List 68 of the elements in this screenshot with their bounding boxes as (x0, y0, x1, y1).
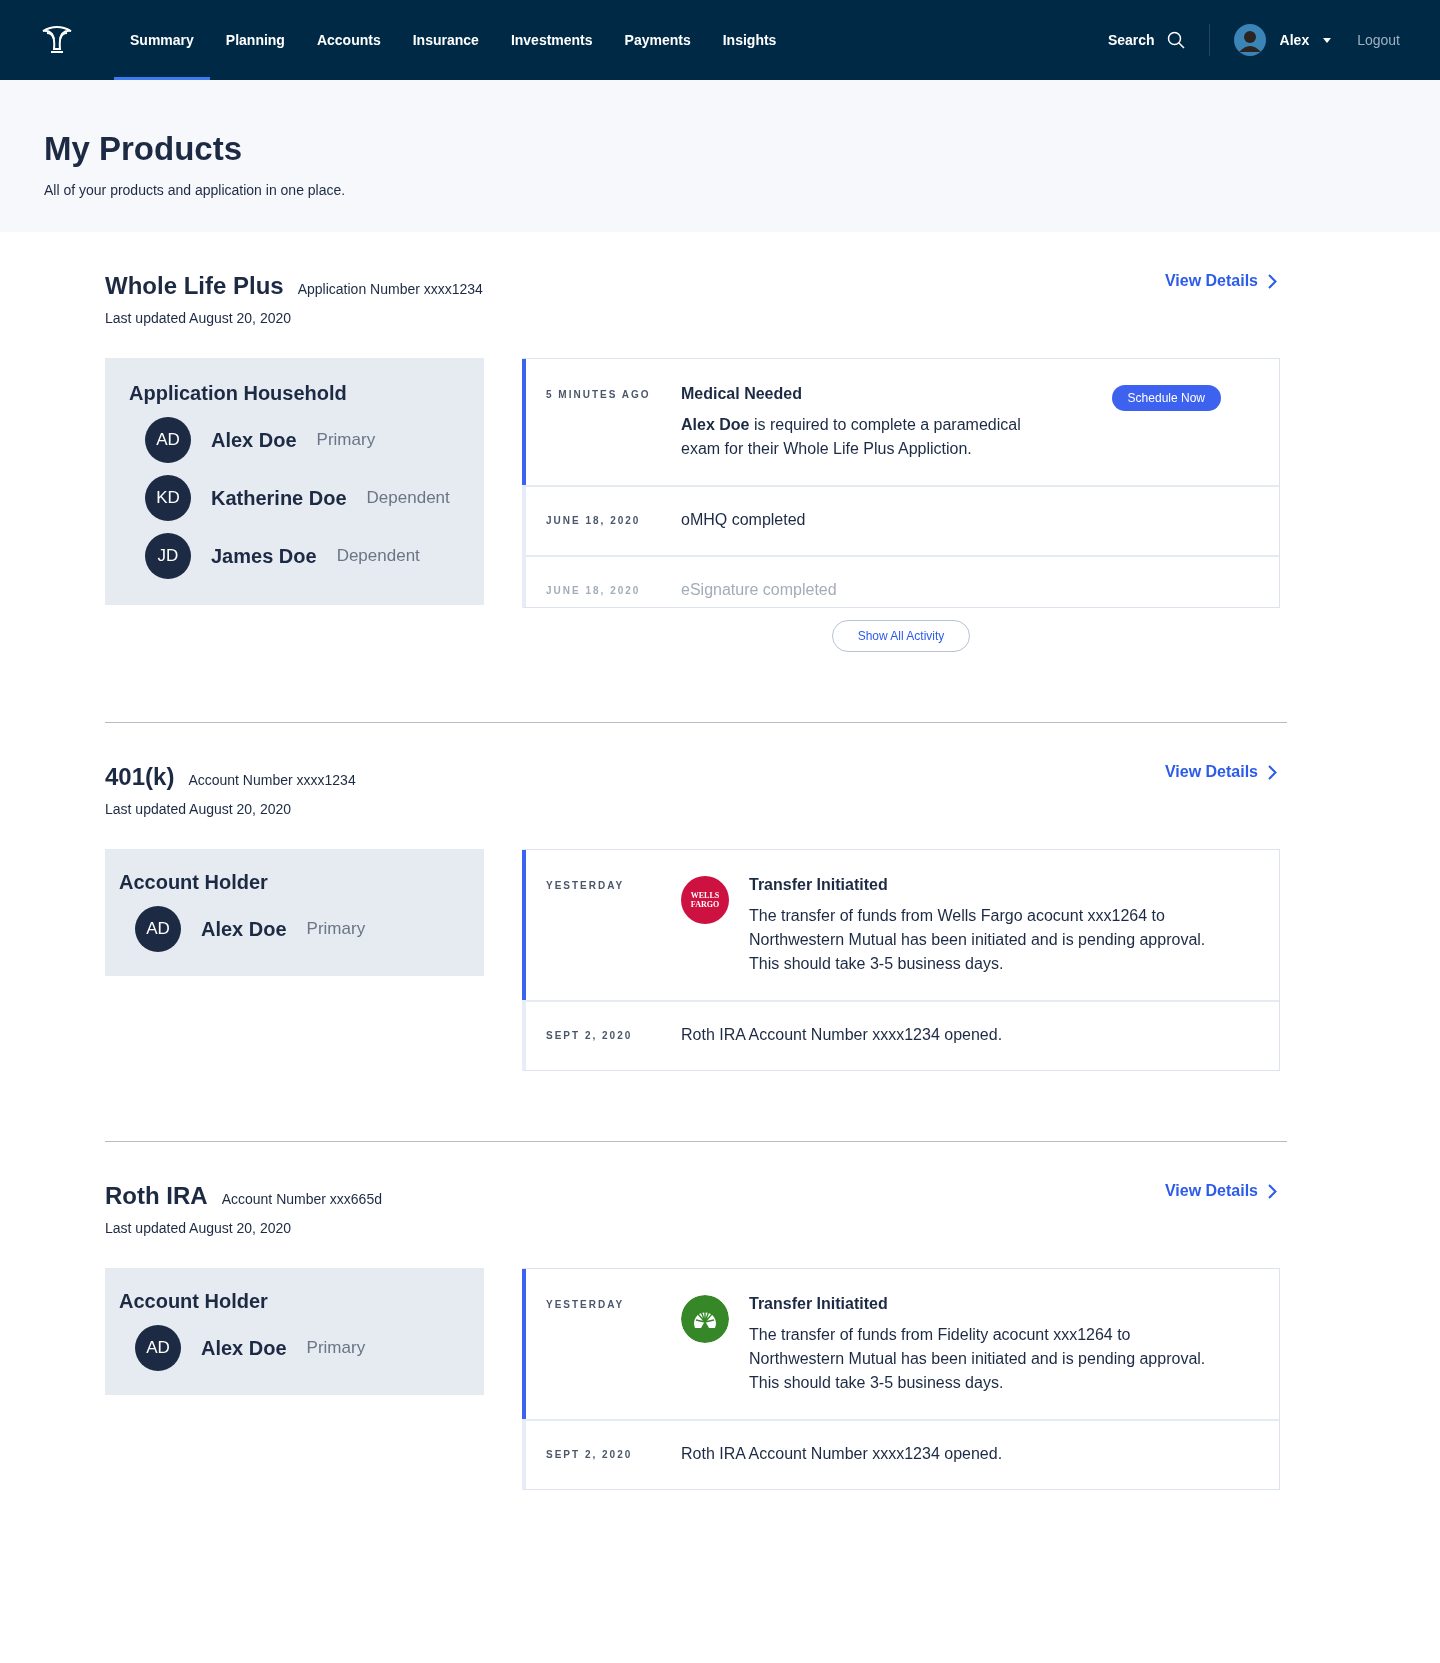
last-updated: Last updated August 20, 2020 (105, 1220, 293, 1236)
card-title: Application Household (129, 382, 348, 405)
activity-text: Roth IRA Account Number xxxx1234 opened. (681, 1026, 1003, 1044)
card-title: Account Holder (119, 1290, 269, 1313)
view-details-link[interactable]: View Details (1164, 272, 1277, 290)
activity-date: 5 MINUTES AGO (546, 388, 652, 400)
member-name: James Doe (211, 544, 317, 568)
activity-text: eSignature completed (681, 581, 837, 599)
member-role: Dependent (336, 546, 420, 566)
search-button[interactable]: Search (1107, 31, 1185, 49)
nav-tab[interactable]: Insurance (396, 0, 495, 80)
activity-title: Transfer Initiatited (749, 1295, 889, 1313)
caret-icon (1323, 37, 1332, 43)
member-name: Alex Doe (211, 428, 297, 452)
nav-tab[interactable]: Investments (494, 0, 609, 80)
bank-logo: WELLS FARGO (681, 876, 729, 924)
initials-avatar: KD (145, 475, 191, 521)
view-details-link[interactable]: View Details (1164, 1182, 1277, 1200)
activity-text: Roth IRA Account Number xxxx1234 opened. (681, 1445, 1003, 1463)
activity-date: SEPT 2, 2020 (546, 1029, 634, 1041)
product-title: Roth IRA (105, 1182, 208, 1210)
logo-icon[interactable] (40, 25, 74, 55)
logout-link[interactable]: Logout (1357, 32, 1400, 48)
nav-tab[interactable]: Planning (209, 0, 301, 80)
member-role: Primary (306, 1338, 366, 1358)
activity-text: The transfer of funds from Fidelity acocunt xxx1264 to Northwestern Mutual has been initiated and is pending approval. This should take 3-5 business days. (749, 1325, 1207, 1393)
activity-text: oMHQ completed (681, 511, 806, 529)
page-subtitle: All of your products and application in one place. (44, 182, 347, 198)
activity-text: Alex Doe is required to complete a paramedical exam for their Whole Life Plus Appliction. (681, 415, 1022, 459)
activity-date: JUNE 18, 2020 (546, 584, 642, 596)
search-icon (1166, 31, 1185, 49)
product-title: 401(k) (105, 763, 175, 791)
member-role: Dependent (366, 488, 450, 508)
show-all-activity-button[interactable]: Show All Activity (831, 620, 971, 652)
product-title: Whole Life Plus (105, 272, 284, 300)
user-menu-button[interactable]: Alex (1279, 32, 1332, 48)
schedule-button[interactable]: Schedule Now (1111, 385, 1221, 411)
product-number: Application Number xxxx1234 (297, 281, 483, 297)
card-title: Account Holder (119, 871, 269, 894)
avatar-icon[interactable] (1233, 24, 1266, 56)
page-title: My Products (44, 130, 244, 168)
chevron-icon (1268, 273, 1277, 289)
initials-avatar: AD (135, 906, 181, 952)
member-name: Katherine Doe (211, 486, 347, 510)
activity-date: YESTERDAY (546, 879, 626, 891)
member-name: Alex Doe (201, 917, 287, 941)
nav-tab[interactable]: Insights (706, 0, 793, 80)
activity-date: JUNE 18, 2020 (546, 514, 642, 526)
activity-title: Transfer Initiatited (749, 876, 889, 894)
activity-date: YESTERDAY (546, 1298, 626, 1310)
view-details-link[interactable]: View Details (1164, 763, 1277, 781)
initials-avatar: JD (145, 533, 191, 579)
member-role: Primary (306, 919, 366, 939)
activity-text: The transfer of funds from Wells Fargo acocunt xxx1264 to Northwestern Mutual has been initiated and is pending approval. This should take 3-5 business days. (749, 906, 1207, 974)
member-name: Alex Doe (201, 1336, 287, 1360)
chevron-icon (1268, 764, 1277, 780)
activity-title: Medical Needed (681, 385, 803, 403)
initials-avatar: AD (135, 1325, 181, 1371)
last-updated: Last updated August 20, 2020 (105, 310, 293, 326)
initials-avatar: AD (145, 417, 191, 463)
last-updated: Last updated August 20, 2020 (105, 801, 293, 817)
chevron-icon (1268, 1183, 1277, 1199)
nav-tab[interactable]: Payments (608, 0, 707, 80)
product-number: Account Number xxxx1234 (188, 772, 356, 788)
nav-tab[interactable]: Accounts (300, 0, 397, 80)
product-number: Account Number xxx665d (221, 1191, 382, 1207)
member-role: Primary (316, 430, 376, 450)
activity-date: SEPT 2, 2020 (546, 1448, 634, 1460)
